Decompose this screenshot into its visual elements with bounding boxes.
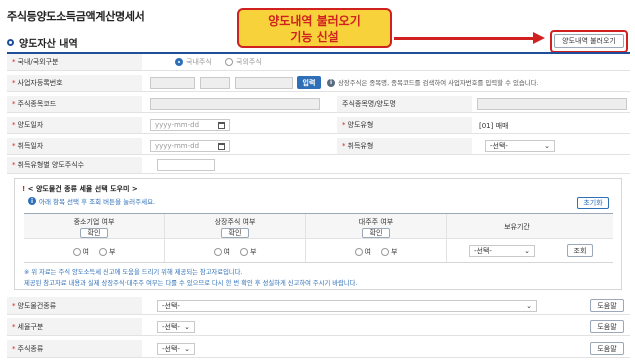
arrow-right-icon	[533, 32, 545, 44]
radio-sme-no[interactable]: 부	[99, 247, 115, 257]
transfer-type-label: * 양도유형	[337, 117, 472, 133]
stock-name-input[interactable]	[477, 98, 627, 110]
asset-kind-label: * 양도물건종류	[7, 297, 142, 314]
page-title: 주식등양도소득금액계산명세서	[7, 10, 145, 23]
help-button-stock[interactable]: 도움말	[590, 342, 624, 355]
query-button[interactable]: 조회	[567, 244, 593, 257]
acquire-date-label: * 취득일자	[7, 138, 142, 154]
helper-grid: 중소기업 여부 확인 여 부 상장주식 여부 확인 여 부 대주주 여부 확인 …	[24, 213, 613, 263]
callout-line1: 양도내역 불러오기	[268, 14, 361, 28]
reset-button[interactable]: 초기화	[577, 197, 609, 209]
stock-code-input[interactable]	[150, 98, 320, 110]
section-bullet-icon	[7, 39, 14, 46]
info-icon: i	[327, 78, 335, 87]
row-transfer-date: * 양도일자 yyyy-mm-dd * 양도유형 [01] 매매	[7, 117, 630, 134]
radio-listed-no[interactable]: 부	[240, 247, 256, 257]
acquire-type-select[interactable]: -선택- ⌄	[485, 140, 555, 152]
helper-note-1: ※ 위 자료는 주식 양도소득세 신고에 도움을 드리기 위해 제공되는 참고자…	[24, 269, 243, 276]
calendar-icon[interactable]	[218, 142, 225, 150]
grid-col-major: 대주주 여부 확인 여 부	[306, 214, 447, 262]
calendar-icon[interactable]	[218, 121, 225, 129]
help-button-kind[interactable]: 도움말	[590, 299, 624, 312]
enter-button[interactable]: 입력	[297, 76, 321, 89]
asset-kind-select[interactable]: -선택- ⌄	[157, 300, 537, 312]
callout-arrow-line	[394, 37, 534, 40]
row-acquire-date: * 취득일자 yyyy-mm-dd * 취득유형 -선택- ⌄	[7, 138, 630, 155]
chevron-down-icon: ⌄	[544, 142, 550, 150]
transfer-type-value: [01] 매매	[479, 122, 509, 130]
acquire-date-input[interactable]: yyyy-mm-dd	[150, 140, 230, 152]
chevron-down-icon: ⌄	[524, 247, 530, 255]
helper-subtitle: i 아래 항목 선택 후 조회 버튼을 눌러주세요.	[28, 196, 155, 206]
domestic-foreign-label: * 국내/국외구분	[7, 54, 142, 70]
major-radios: 여 부	[306, 247, 446, 257]
row-biz-number: * 사업자등록번호 입력 i 상장주식은 종목명, 종목코드를 검색하여 사업자번…	[7, 75, 630, 92]
biz-hint: i 상장주식은 종목명, 종목코드를 검색하여 사업자번호를 입력할 수 있습니…	[327, 78, 539, 87]
row-tax-rate: * 세율구분 -선택- ⌄ 도움말	[7, 318, 630, 336]
confirm-sme-button[interactable]: 확인	[80, 228, 108, 238]
row-asset-kind: * 양도물건종류 -선택- ⌄ 도움말	[7, 297, 630, 315]
section-title-text: 양도자산 내역	[19, 39, 78, 50]
stock-code-label: * 주식종목코드	[7, 96, 142, 112]
chevron-down-icon: ⌄	[526, 302, 532, 310]
quantity-label: * 취득유형별 양도주식수	[7, 157, 142, 173]
radio-foreign-icon[interactable]	[225, 58, 233, 66]
listed-radios: 여 부	[165, 247, 305, 257]
feature-callout: 양도내역 불러오기 기능 신설	[237, 8, 392, 48]
required-marker: *	[12, 58, 16, 66]
biz-number-label: * 사업자등록번호	[7, 75, 142, 91]
stock-kind-label: * 주식종류	[7, 340, 142, 357]
grid-col-listed: 상장주식 여부 확인 여 부	[165, 214, 306, 262]
callout-line2: 기능 신설	[290, 30, 339, 44]
stock-name-label: 주식종목명/양도명	[337, 96, 472, 112]
tax-rate-label: * 세율구분	[7, 318, 142, 335]
radio-major-yes[interactable]: 여	[354, 247, 371, 257]
helper-title: ! < 양도물건 종류 세율 선택 도우미 >	[22, 185, 138, 193]
acquire-type-label: * 취득유형	[337, 138, 472, 154]
tax-rate-select[interactable]: -선택- ⌄	[157, 321, 195, 333]
grid-col-sme: 중소기업 여부 확인 여 부	[24, 214, 165, 262]
row-quantity: * 취득유형별 양도주식수	[7, 157, 630, 174]
confirm-major-button[interactable]: 확인	[362, 228, 390, 238]
quantity-input[interactable]	[157, 159, 215, 171]
radio-domestic[interactable]: 국내주식	[175, 57, 212, 67]
confirm-listed-button[interactable]: 확인	[221, 228, 249, 238]
exclamation-icon: !	[22, 185, 26, 193]
section-title: 양도자산 내역	[7, 35, 78, 50]
chevron-down-icon: ⌄	[184, 345, 190, 353]
row-stock-code: * 주식종목코드 주식종목명/양도명	[7, 96, 630, 113]
stock-kind-select[interactable]: -선택- ⌄	[157, 343, 195, 355]
info-icon: i	[28, 197, 36, 205]
transfer-date-input[interactable]: yyyy-mm-dd	[150, 119, 230, 131]
helper-note-2: 제공된 참고자료 내용과 실제 상장주식·대주주 여부는 다를 수 있으므로 다…	[24, 280, 358, 287]
biz-number-field-3[interactable]	[235, 77, 293, 89]
grid-col-period: 보유기간 -선택- ⌄ 조회	[447, 214, 613, 262]
radio-listed-yes[interactable]: 여	[213, 247, 230, 257]
radio-sme-yes[interactable]: 여	[72, 247, 89, 257]
help-button-tax[interactable]: 도움말	[590, 320, 624, 333]
sme-radios: 여 부	[24, 247, 164, 257]
row-stock-kind: * 주식종류 -선택- ⌄ 도움말	[7, 340, 630, 358]
holding-period-select[interactable]: -선택- ⌄	[469, 245, 535, 257]
biz-number-field-2[interactable]	[200, 77, 230, 89]
transfer-date-label: * 양도일자	[7, 117, 142, 133]
chevron-down-icon: ⌄	[184, 323, 190, 331]
radio-foreign[interactable]: 국외주식	[225, 57, 262, 67]
radio-major-no[interactable]: 부	[381, 247, 397, 257]
row-domestic-foreign: * 국내/국외구분 국내주식 국외주식	[7, 54, 630, 71]
load-history-button[interactable]: 양도내역 불러오기	[554, 34, 624, 48]
biz-number-field-1[interactable]	[150, 77, 195, 89]
radio-domestic-icon[interactable]	[175, 58, 183, 66]
